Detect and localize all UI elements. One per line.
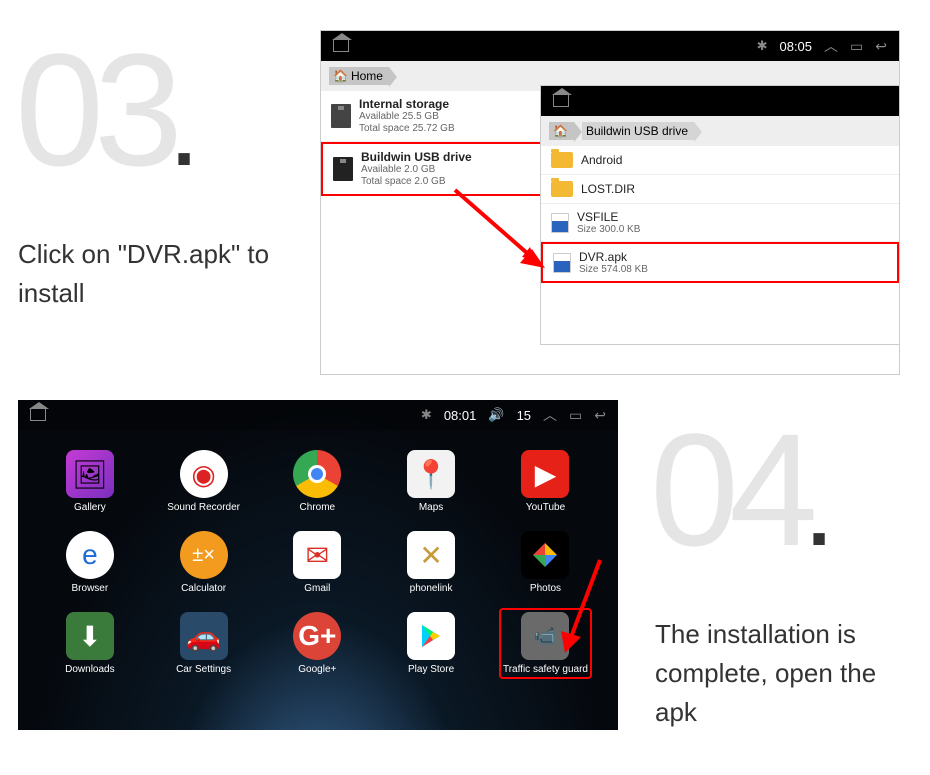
storage-total: Total space 25.72 GB [359, 123, 455, 135]
chevron-up-icon: ︿ [543, 405, 557, 425]
storage-title: Buildwin USB drive [361, 150, 472, 164]
file-size: Size 300.0 KB [577, 224, 640, 235]
step-number-04: 04. [650, 410, 820, 570]
google-plus-icon: G+ [293, 612, 341, 660]
chrome-icon [293, 450, 341, 498]
usb-drive-icon [333, 157, 353, 181]
app-google-plus[interactable]: G+ Google+ [275, 612, 359, 675]
app-label: Car Settings [176, 664, 231, 675]
gmail-icon: ✉ [293, 531, 341, 579]
app-gallery[interactable]: 🖼 Gallery [48, 450, 132, 513]
storage-available: Available 25.5 GB [359, 111, 455, 123]
file-title: Android [581, 153, 622, 167]
app-label: YouTube [526, 502, 565, 513]
breadcrumb-home[interactable]: 🏠 [549, 122, 574, 140]
recorder-icon: ◉ [180, 450, 228, 498]
app-label: phonelink [410, 583, 453, 594]
chevron-up-icon: ︿ [824, 36, 838, 56]
file-title: VSFILE [577, 210, 640, 224]
app-launcher: ✱ 08:01 🔊 15 ︿ ▭ ↩ 🖼 Gallery ◉ Sound Recor… [18, 400, 618, 730]
status-extra: 15 [517, 408, 531, 423]
back-icon[interactable]: ↩ [875, 38, 887, 55]
app-label: Google+ [298, 664, 336, 675]
maps-icon: 📍 [407, 450, 455, 498]
file-size: Size 574.08 KB [579, 264, 648, 275]
app-phonelink[interactable]: ✕ phonelink [389, 531, 473, 594]
downloads-icon: ⬇ [66, 612, 114, 660]
app-label: Chrome [300, 502, 336, 513]
file-manager-usb: 🏠 Buildwin USB drive Android LOST.DIR VS… [540, 85, 900, 345]
step-number-03: 03. [15, 30, 185, 190]
file-title: LOST.DIR [581, 182, 635, 196]
home-shape-icon [333, 40, 349, 52]
bluetooth-icon: ✱ [421, 407, 432, 423]
app-chrome[interactable]: Chrome [275, 450, 359, 513]
breadcrumb-usb[interactable]: Buildwin USB drive [582, 122, 694, 140]
back-icon[interactable]: ↩ [594, 407, 606, 424]
step4-caption: The installation is complete, open the a… [655, 615, 915, 732]
volume-icon: 🔊 [488, 407, 504, 423]
gallery-icon: 🖼 [66, 450, 114, 498]
red-arrow-icon [555, 555, 615, 670]
folder-lostdir[interactable]: LOST.DIR [541, 175, 899, 204]
folder-android[interactable]: Android [541, 146, 899, 175]
app-label: Play Store [408, 664, 454, 675]
home-shape-icon [553, 95, 569, 107]
app-gmail[interactable]: ✉ Gmail [275, 531, 359, 594]
recents-icon[interactable]: ▭ [569, 407, 582, 424]
app-label: Maps [419, 502, 443, 513]
app-youtube[interactable]: ▶ YouTube [503, 450, 588, 513]
app-label: Browser [72, 583, 109, 594]
app-label: Gallery [74, 502, 106, 513]
status-bar [541, 86, 899, 116]
app-label: Downloads [65, 664, 114, 675]
app-play-store[interactable]: Play Store [389, 612, 473, 675]
bluetooth-icon: ✱ [757, 38, 768, 54]
file-dvr-apk[interactable]: DVR.apk Size 574.08 KB [541, 242, 899, 283]
sd-card-icon [331, 104, 351, 128]
file-title: DVR.apk [579, 250, 648, 264]
car-settings-icon: 🚗 [180, 612, 228, 660]
calculator-icon: ±× [180, 531, 228, 579]
status-time: 08:05 [779, 39, 812, 54]
storage-title: Internal storage [359, 97, 455, 111]
status-bar: ✱ 08:05 ︿ ▭ ↩ [321, 31, 899, 61]
app-browser[interactable]: e Browser [48, 531, 132, 594]
file-vsfile[interactable]: VSFILE Size 300.0 KB [541, 204, 899, 242]
app-calculator[interactable]: ±× Calculator [162, 531, 246, 594]
app-car-settings[interactable]: 🚗 Car Settings [162, 612, 246, 675]
app-downloads[interactable]: ⬇ Downloads [48, 612, 132, 675]
app-label: Gmail [304, 583, 330, 594]
home-shape-icon [30, 409, 46, 421]
breadcrumb: 🏠 Buildwin USB drive [541, 116, 899, 146]
browser-icon: e [66, 531, 114, 579]
app-grid: 🖼 Gallery ◉ Sound Recorder Chrome 📍 Maps ▶ Y… [18, 430, 618, 695]
phonelink-icon: ✕ [407, 531, 455, 579]
breadcrumb-home[interactable]: 🏠Home [329, 67, 389, 85]
folder-icon [551, 152, 573, 168]
step3-caption: Click on "DVR.apk" to install [18, 235, 298, 313]
red-arrow-icon [450, 185, 560, 290]
youtube-icon: ▶ [521, 450, 569, 498]
app-label: Calculator [181, 583, 226, 594]
recents-icon[interactable]: ▭ [850, 38, 863, 55]
app-label: Sound Recorder [167, 502, 240, 513]
app-maps[interactable]: 📍 Maps [389, 450, 473, 513]
app-sound-recorder[interactable]: ◉ Sound Recorder [162, 450, 246, 513]
storage-available: Available 2.0 GB [361, 164, 472, 176]
status-time: 08:01 [444, 408, 477, 423]
status-bar: ✱ 08:01 🔊 15 ︿ ▭ ↩ [18, 400, 618, 430]
play-store-icon [407, 612, 455, 660]
